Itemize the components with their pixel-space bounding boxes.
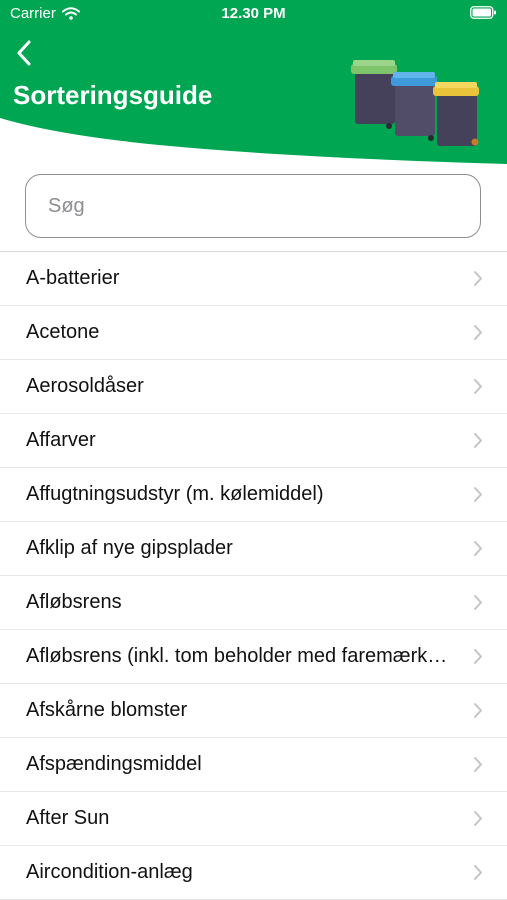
list-item[interactable]: Affarver	[0, 414, 507, 468]
chevron-right-icon	[474, 487, 482, 502]
chevron-right-icon	[474, 595, 482, 610]
list-item-label: Affugtningsudstyr (m. kølemiddel)	[26, 483, 324, 505]
list-item-label: Afløbsrens	[26, 591, 122, 613]
list-item[interactable]: Afskårne blomster	[0, 684, 507, 738]
list-item[interactable]: Aerosoldåser	[0, 360, 507, 414]
chevron-right-icon	[474, 379, 482, 394]
list-item-label: Acetone	[26, 321, 100, 343]
status-time: 12.30 PM	[221, 5, 286, 22]
chevron-right-icon	[474, 649, 482, 664]
list-item[interactable]: Affugtningsudstyr (m. kølemiddel)	[0, 468, 507, 522]
chevron-right-icon	[474, 811, 482, 826]
screen: Carrier 12.30 PM Sorteringsguide Søg A-b…	[0, 0, 507, 900]
list-item[interactable]: A-batterier	[0, 252, 507, 306]
status-bar: Carrier 12.30 PM	[0, 0, 507, 28]
list-item[interactable]: Afløbsrens (inkl. tom beholder med farem…	[0, 630, 507, 684]
list-item-label: Afspændingsmiddel	[26, 753, 202, 775]
list-item[interactable]: Afspændingsmiddel	[0, 738, 507, 792]
chevron-right-icon	[474, 703, 482, 718]
search-field[interactable]	[25, 174, 481, 238]
green-bin-icon	[351, 60, 397, 129]
list-item-label: A-batterier	[26, 267, 120, 289]
chevron-right-icon	[474, 865, 482, 880]
back-button[interactable]	[12, 38, 40, 68]
list-item-label: Aircondition-anlæg	[26, 861, 193, 883]
list-item-label: Afklip af nye gipsplader	[26, 537, 233, 559]
chevron-right-icon	[474, 433, 482, 448]
list-item-label: Affarver	[26, 429, 96, 451]
list-item[interactable]: Aircondition-anlæg	[0, 846, 507, 900]
chevron-right-icon	[474, 271, 482, 286]
chevron-left-icon	[17, 40, 31, 66]
waste-bins-illustration	[351, 60, 479, 146]
list-item[interactable]: After Sun	[0, 792, 507, 846]
list-item-label: Afløbsrens (inkl. tom beholder med farem…	[26, 645, 455, 667]
chevron-right-icon	[474, 541, 482, 556]
chevron-right-icon	[474, 757, 482, 772]
sorting-list: A-batterier Acetone Aerosoldåser Affarve…	[0, 251, 507, 900]
header: Carrier 12.30 PM Sorteringsguide	[0, 0, 507, 170]
page-title: Sorteringsguide	[13, 80, 213, 110]
blue-bin-icon	[391, 72, 437, 141]
chevron-right-icon	[474, 325, 482, 340]
battery-icon	[470, 6, 496, 19]
list-item[interactable]: Afklip af nye gipsplader	[0, 522, 507, 576]
list-item[interactable]: Acetone	[0, 306, 507, 360]
yellow-bin-icon	[433, 82, 479, 146]
search-input[interactable]	[26, 175, 480, 237]
list-item-label: Afskårne blomster	[26, 699, 188, 721]
list-item-label: Aerosoldåser	[26, 375, 144, 397]
list-item-label: After Sun	[26, 807, 110, 829]
list-item[interactable]: Afløbsrens	[0, 576, 507, 630]
